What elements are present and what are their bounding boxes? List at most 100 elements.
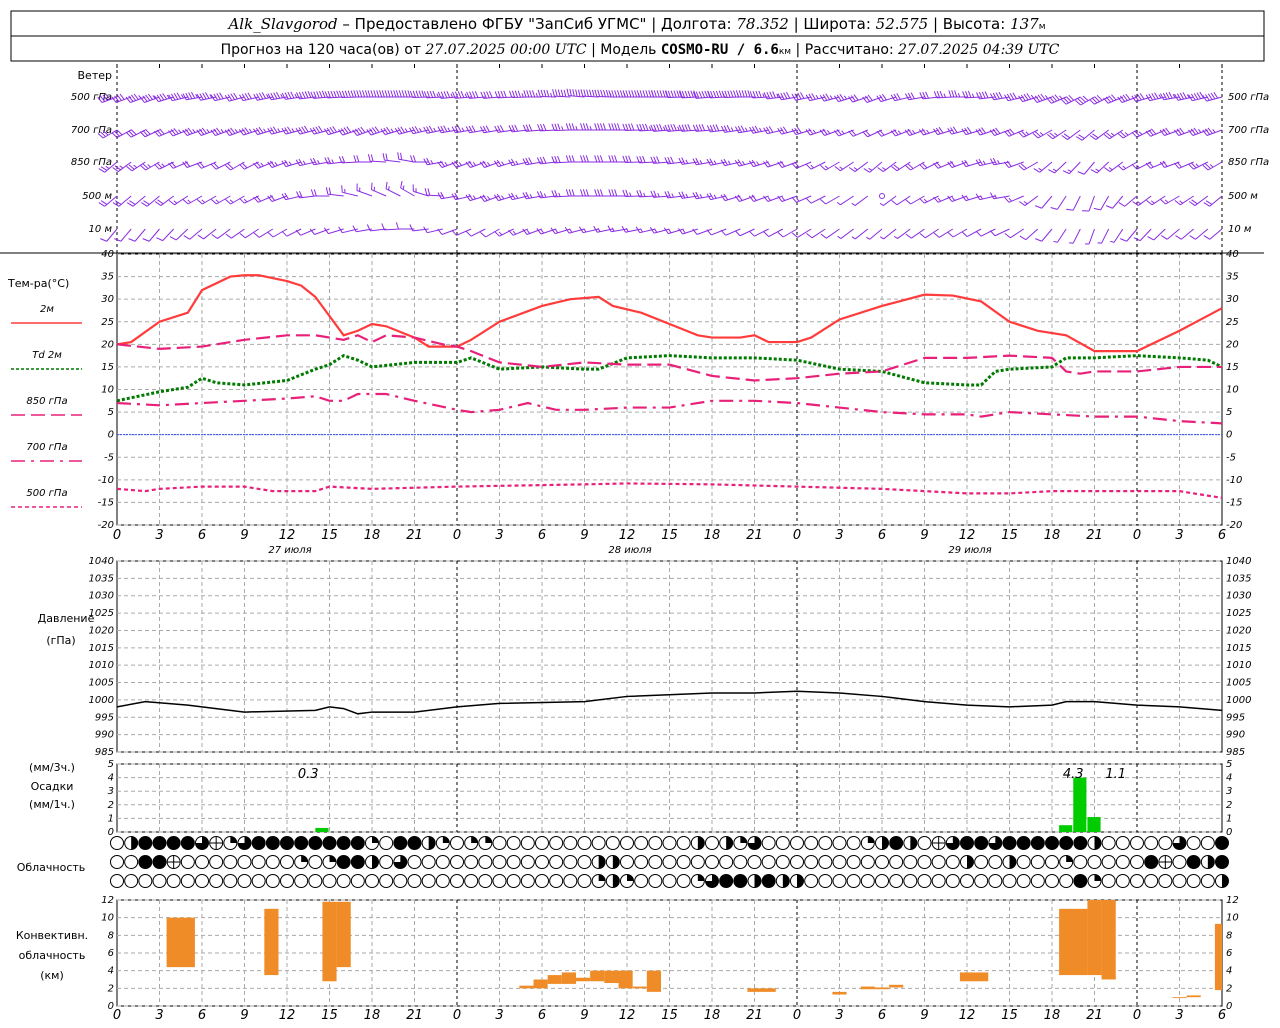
cloud-circle — [1059, 874, 1074, 888]
cloud-circle — [251, 874, 266, 888]
cloud-cover-icon — [209, 855, 224, 869]
conv-bar — [576, 977, 591, 982]
conv-xtick: 21 — [1086, 1008, 1103, 1023]
wind-barb-icon — [1103, 94, 1124, 104]
precip-ytick-left: 2 — [108, 800, 114, 811]
cloud-cover-icon — [492, 855, 507, 869]
cloud-circle — [535, 855, 549, 869]
temp-xtick: 12 — [619, 528, 636, 543]
wind-barb-icon — [763, 160, 783, 168]
temp-xtick: 18 — [364, 528, 381, 543]
conv-bar — [533, 979, 548, 989]
cloud-cover-icon — [591, 874, 606, 888]
pressure-ytick-right: 1015 — [1226, 643, 1251, 654]
cloud-cover-icon — [620, 836, 634, 850]
wind-barb-icon — [196, 161, 217, 169]
cloud-cover-icon — [124, 855, 139, 869]
wind-barb-icon — [880, 228, 897, 240]
cloud-cover-icon — [676, 836, 691, 850]
cloud-circle — [960, 874, 974, 888]
cloud-cover-icon — [1073, 855, 1088, 869]
cloud-cover-icon — [393, 874, 408, 888]
cloud-cover-icon — [563, 855, 578, 869]
temp-ytick-left: 10 — [101, 385, 114, 396]
cloud-cover-icon — [648, 874, 663, 888]
temp-ytick-left: 40 — [101, 249, 114, 260]
cloud-circle — [775, 855, 790, 869]
cloud-circle — [209, 874, 224, 888]
wind-barb-icon — [1110, 228, 1124, 243]
cloud-cover-icon — [464, 836, 479, 850]
cloud-half — [1222, 874, 1229, 888]
cloud-circle — [1016, 855, 1031, 869]
cloud-circle — [917, 855, 932, 869]
conv-title-1: Конвективн. — [16, 929, 88, 942]
cloud-circle — [1186, 836, 1201, 850]
cloud-circle — [1130, 874, 1144, 888]
cloud-circle — [138, 836, 153, 850]
temp-ytick-left: 15 — [101, 362, 114, 373]
conv-bar — [632, 986, 647, 989]
cloud-cover-icon — [223, 874, 238, 888]
cloud-circle — [1002, 874, 1017, 888]
cloud-cover-icon — [733, 836, 748, 850]
cloud-circle — [634, 836, 649, 850]
conv-ytick-left: 10 — [101, 913, 114, 924]
pressure-ytick-left: 985 — [95, 747, 114, 758]
cloud-circle — [662, 836, 677, 850]
cloud-half — [967, 855, 974, 869]
temp-ytick-left: -20 — [98, 520, 114, 531]
cloud-cover-icon — [917, 855, 932, 869]
wind-barb-icon — [437, 125, 458, 134]
cloud-cover-icon — [1101, 855, 1116, 869]
cloud-half — [782, 874, 790, 888]
cloud-cover-icon — [1016, 855, 1031, 869]
cloud-cover-icon — [251, 874, 266, 888]
cloud-quarter — [1094, 874, 1101, 881]
temp-ytick-left: -10 — [98, 475, 114, 486]
cloud-circle — [974, 855, 989, 869]
cloud-cover-icon — [166, 855, 181, 869]
cloud-quarter — [301, 855, 308, 862]
temp-ytick-right: -10 — [1226, 475, 1242, 486]
cloud-cover-icon — [945, 855, 960, 869]
cloud-circle — [917, 836, 932, 850]
wind-barb-icon — [1188, 127, 1209, 136]
cloud-half — [131, 836, 138, 850]
cloud-cover-icon — [790, 836, 804, 850]
cloud-circle — [1215, 836, 1229, 850]
cloud-cover-icon — [365, 855, 379, 869]
pressure-ytick-right: 1010 — [1226, 660, 1251, 671]
cloud-circle — [421, 855, 436, 869]
precip-ytick-right: 0 — [1226, 827, 1232, 838]
cloud-circle — [889, 855, 904, 869]
cloud-circle — [563, 855, 578, 869]
temp-ytick-right: 20 — [1226, 339, 1239, 350]
wind-barb-icon — [424, 188, 443, 197]
temp-ytick-right: 5 — [1226, 407, 1232, 418]
cloud-cover-icon — [1115, 874, 1130, 888]
pressure-ytick-left: 1040 — [89, 556, 114, 567]
header-line-2: Прогноз на 120 часа(ов) от 27.07.2025 00… — [221, 42, 1060, 58]
cloud-cover-icon — [818, 874, 833, 888]
wind-barb-icon — [866, 228, 883, 240]
cloud-cover-icon — [974, 836, 989, 850]
temp-ytick-right: -15 — [1226, 497, 1242, 508]
temp-legend-label: 2м — [40, 304, 54, 315]
cloud-circle — [676, 874, 691, 888]
wind-level-label: 700 гПа — [71, 125, 112, 136]
conv-xtick: 3 — [155, 1008, 163, 1023]
temp-xtick: 12 — [279, 528, 296, 543]
cloud-circle — [464, 874, 479, 888]
cloud-cover-icon — [265, 855, 280, 869]
cloud-cover-icon — [818, 836, 833, 850]
cloud-circle — [1101, 836, 1116, 850]
cloud-circle — [450, 836, 464, 850]
temp-xtick: 3 — [155, 528, 163, 543]
model-label: | Модель — [587, 42, 661, 58]
cloud-circle — [464, 855, 479, 869]
wind-barb-icon — [1003, 128, 1024, 137]
cloud-circle — [832, 836, 847, 850]
cloud-circle — [1016, 836, 1031, 850]
wind-barb-icon — [1019, 195, 1039, 206]
